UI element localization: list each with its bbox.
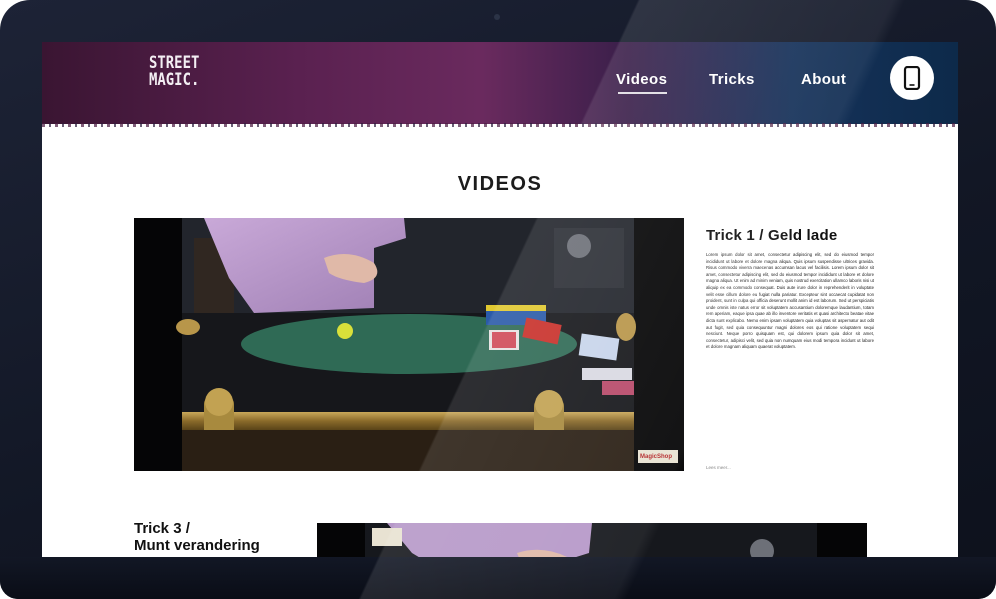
nav-about[interactable]: About [801, 71, 846, 88]
trick-3-title-line-1: Trick 3 / [134, 520, 190, 537]
video-watermark: MagicShop [640, 454, 673, 460]
trick-3-title-line-2: Munt verandering [134, 537, 260, 554]
nav-videos[interactable]: Videos [616, 71, 668, 94]
read-more-link[interactable]: Lees meer... [706, 465, 731, 470]
trick-3-title: Trick 3 / Munt verandering [134, 520, 260, 554]
website-screen: STREET MAGIC. Videos Tricks About VIDEOS [42, 42, 958, 557]
webcam-dot [494, 14, 500, 20]
video-frame-magic-table-2 [317, 523, 867, 557]
smartphone-icon [903, 66, 921, 90]
trick-1-title: Trick 1 / Geld lade [706, 227, 838, 245]
trick-1-description: Lorem ipsum dolor sit amet, consectetur … [706, 252, 874, 350]
trick-3-video[interactable] [317, 523, 867, 557]
main-nav: Videos Tricks About [42, 71, 958, 95]
video-frame-magic-table [134, 218, 684, 471]
monitor-bottom-bezel [0, 557, 996, 599]
page-title: VIDEOS [457, 173, 543, 196]
contact-phone-button[interactable] [890, 56, 934, 100]
site-header: STREET MAGIC. Videos Tricks About [42, 42, 958, 127]
nav-tricks[interactable]: Tricks [709, 71, 755, 88]
trick-1-video[interactable]: MagicShop [134, 218, 684, 471]
